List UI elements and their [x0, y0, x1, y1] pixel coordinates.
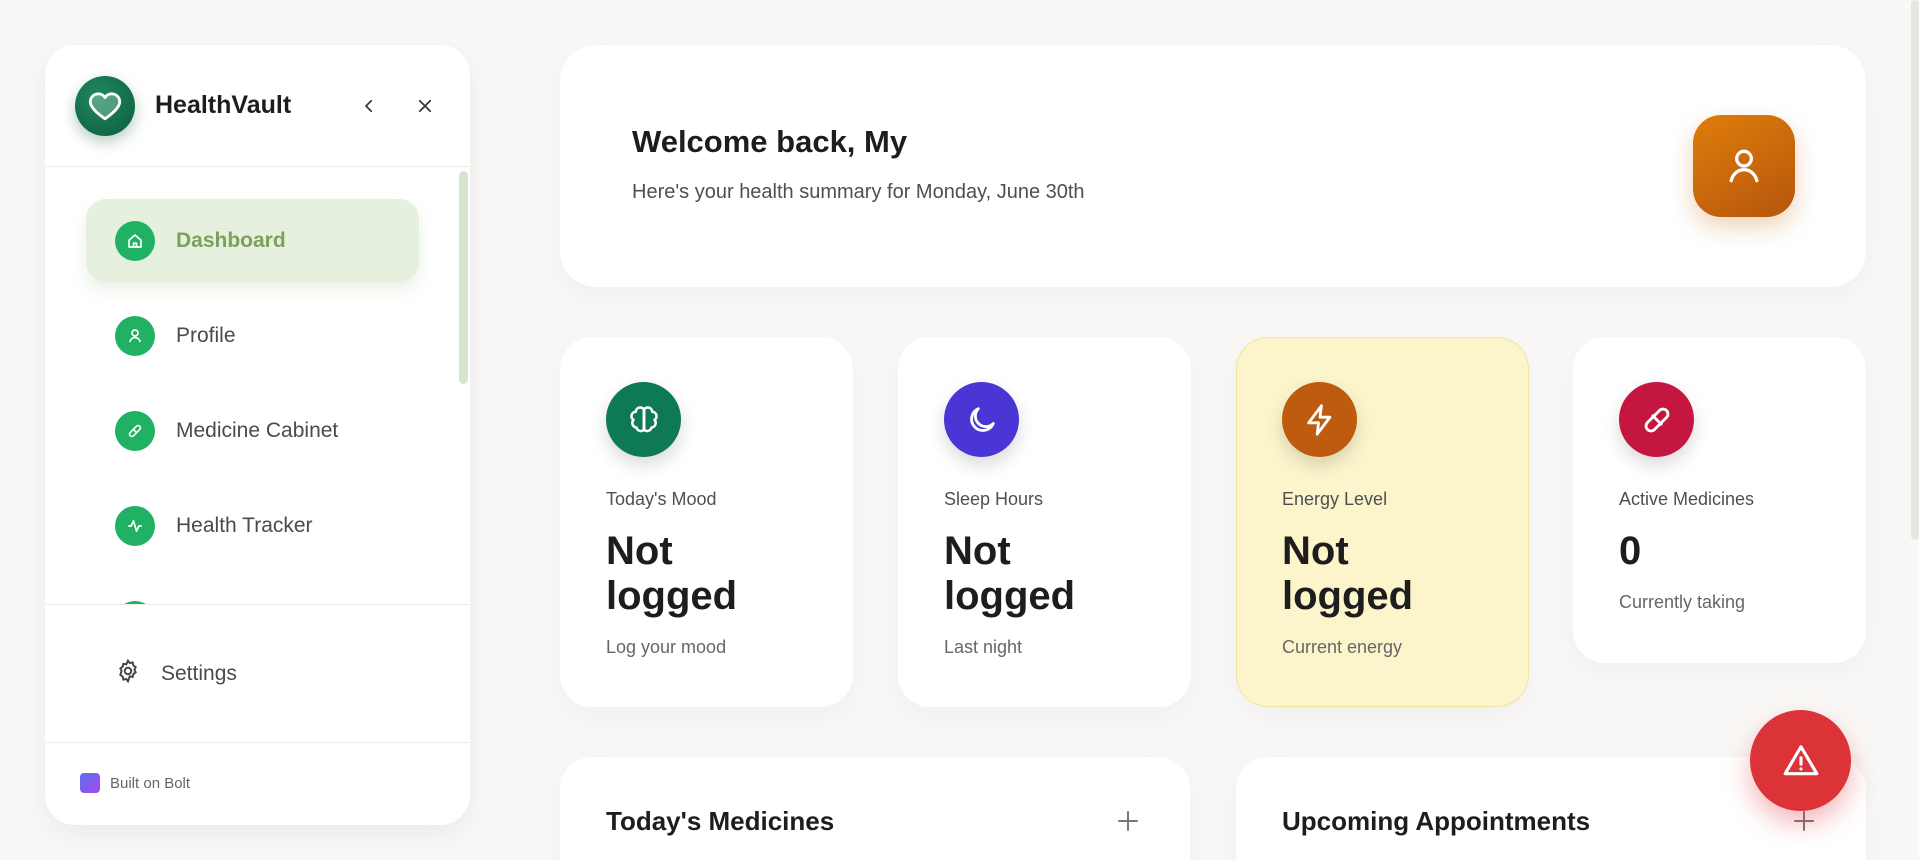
home-icon	[115, 220, 155, 261]
stat-card-medicines[interactable]: Active Medicines 0 Currently taking	[1573, 337, 1866, 663]
settings-label: Settings	[161, 661, 237, 685]
stat-value: Not logged	[606, 529, 738, 618]
welcome-card: Welcome back, My Here's your health summ…	[560, 45, 1866, 287]
sidebar-item-label: Profile	[176, 323, 236, 347]
stat-label: Energy Level	[1282, 489, 1388, 509]
alert-triangle-icon	[1783, 744, 1818, 775]
stat-card-sleep[interactable]: Sleep Hours Not logged Last night	[898, 337, 1191, 707]
built-label: Built on Bolt	[110, 774, 191, 792]
sidebar-header: HealthVault	[45, 45, 470, 167]
stat-label: Today's Mood	[606, 489, 717, 509]
stat-sub: Log your mood	[606, 637, 727, 657]
sidebar: HealthVault Dashboard Profile Medicine C…	[45, 45, 470, 825]
stat-value: Not logged	[944, 529, 1076, 618]
pill-icon	[115, 410, 155, 451]
stat-card-mood[interactable]: Today's Mood Not logged Log your mood	[560, 337, 853, 707]
built-on-bolt[interactable]: Built on Bolt	[45, 743, 470, 823]
stat-sub: Last night	[944, 637, 1023, 657]
bolt-icon	[1282, 382, 1357, 457]
pill-icon	[1619, 382, 1694, 457]
moon-icon	[944, 382, 1019, 457]
settings-link[interactable]: Settings	[45, 605, 470, 743]
page-scrollbar[interactable]	[1911, 0, 1919, 540]
stat-sub: Current energy	[1282, 637, 1403, 657]
close-icon[interactable]	[410, 91, 440, 121]
add-medicine-plus-icon[interactable]	[1112, 805, 1144, 837]
sidebar-item-label: Medicine Cabinet	[176, 418, 339, 442]
brand-name: HealthVault	[155, 91, 292, 119]
sidebar-scrollbar[interactable]	[459, 171, 468, 384]
brain-icon	[606, 382, 681, 457]
panel-title: Today's Medicines	[606, 806, 835, 836]
emergency-button[interactable]	[1750, 710, 1851, 811]
stat-value: Not logged	[1282, 529, 1414, 618]
stat-label: Active Medicines	[1619, 489, 1755, 509]
collapse-chevron-icon[interactable]	[354, 91, 384, 121]
heart-logo-icon	[75, 75, 135, 136]
user-icon	[115, 315, 155, 356]
stat-card-energy[interactable]: Energy Level Not logged Current energy	[1236, 337, 1529, 707]
sidebar-item-label: Dashboard	[176, 228, 286, 252]
welcome-subtitle: Here's your health summary for Monday, J…	[632, 181, 1085, 203]
stat-label: Sleep Hours	[944, 489, 1044, 509]
sidebar-nav: Dashboard Profile Medicine Cabinet Healt…	[45, 167, 470, 605]
sidebar-item-profile[interactable]: Profile	[86, 294, 464, 377]
sidebar-item-label: Health Tracker	[176, 513, 313, 537]
avatar[interactable]	[1693, 115, 1795, 217]
welcome-title: Welcome back, My	[632, 124, 908, 159]
stat-sub: Currently taking	[1619, 592, 1746, 612]
nav-icon	[115, 600, 155, 604]
sidebar-item-health-tracker[interactable]: Health Tracker	[86, 484, 464, 567]
bolt-logo-icon	[80, 773, 100, 793]
sidebar-item-medicine-cabinet[interactable]: Medicine Cabinet	[86, 389, 464, 472]
stat-value: 0	[1619, 529, 1642, 573]
todays-medicines-panel: Today's Medicines	[560, 757, 1190, 860]
gear-icon	[115, 658, 141, 689]
activity-icon	[115, 505, 155, 546]
sidebar-item-partial[interactable]	[86, 579, 464, 604]
panel-title: Upcoming Appointments	[1282, 806, 1591, 836]
sidebar-item-dashboard[interactable]: Dashboard	[86, 199, 419, 282]
